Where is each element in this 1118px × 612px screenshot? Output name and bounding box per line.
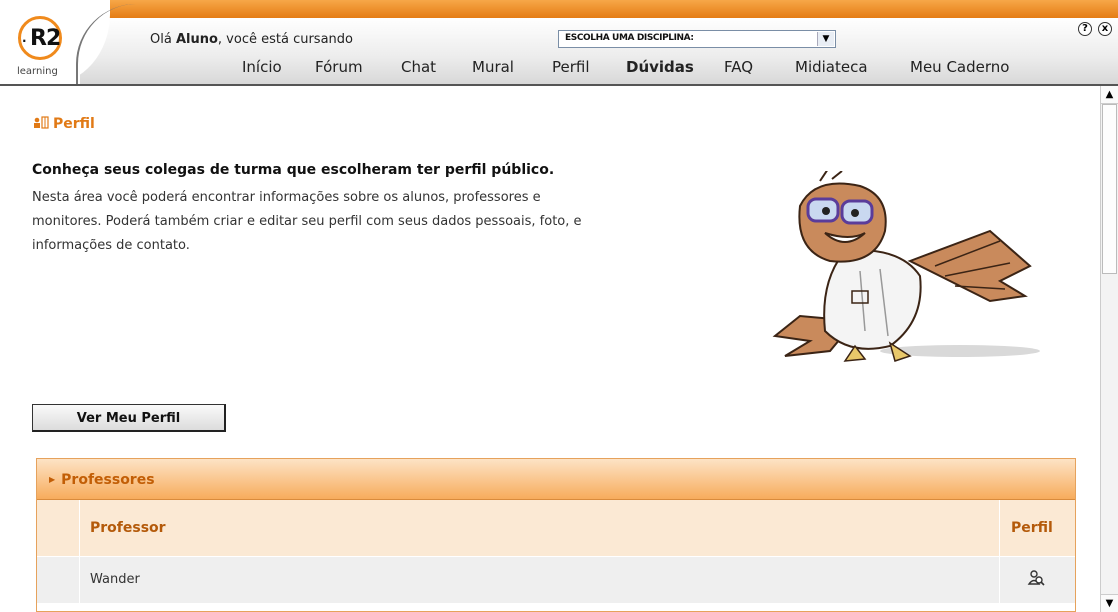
- logo-dot: ·: [22, 34, 27, 48]
- greeting: Olá Aluno, você está cursando: [150, 32, 353, 47]
- logo[interactable]: R2: [30, 26, 61, 51]
- perfil-icon: [34, 116, 49, 129]
- intro-line: informações de contato.: [32, 238, 190, 253]
- greeting-prefix: Olá: [150, 32, 176, 47]
- logo-subtitle: learning: [17, 66, 58, 77]
- discipline-select-value: ESCOLHA UMA DISCIPLINA:: [565, 33, 694, 43]
- app-header: · R2 learning Olá Aluno, você está cursa…: [0, 0, 1118, 86]
- nav-midiateca[interactable]: Midiateca: [795, 58, 868, 76]
- view-my-profile-button[interactable]: Ver Meu Perfil: [32, 404, 226, 432]
- page-title-text: Perfil: [53, 116, 95, 132]
- nav-perfil[interactable]: Perfil: [552, 58, 590, 76]
- owl-mascot-illustration: [772, 171, 1040, 362]
- close-icon[interactable]: x: [1098, 22, 1112, 36]
- nav-forum[interactable]: Fórum: [315, 58, 363, 76]
- chevron-down-icon[interactable]: ▼: [817, 32, 834, 46]
- scroll-up-icon[interactable]: ▲: [1101, 86, 1118, 104]
- table-row: Wander: [37, 556, 1075, 603]
- page-title: Perfil: [33, 116, 95, 132]
- column-header-professor: Professor: [90, 520, 166, 536]
- column-header-perfil: Perfil: [1011, 520, 1053, 536]
- nav-faq[interactable]: FAQ: [724, 58, 753, 76]
- professor-name: Wander: [90, 572, 140, 587]
- nav-chat[interactable]: Chat: [401, 58, 436, 76]
- main-content: Perfil Conheça seus colegas de turma que…: [0, 86, 1100, 612]
- intro-text: Nesta área você poderá encontrar informa…: [32, 186, 732, 258]
- column-divider: [999, 557, 1000, 603]
- table-header-spacer: [37, 500, 80, 556]
- panel-title-text: Professores: [61, 472, 155, 488]
- table-header: Professor Perfil: [37, 500, 1075, 556]
- table-row-spacer: [37, 557, 80, 603]
- help-icon[interactable]: ?: [1078, 22, 1092, 36]
- expand-triangle-icon: ▶: [49, 475, 56, 484]
- intro-line: monitores. Poderá também criar e editar …: [32, 214, 582, 229]
- column-divider: [999, 500, 1000, 556]
- header-orange-bar: [80, 0, 1118, 18]
- discipline-select[interactable]: ESCOLHA UMA DISCIPLINA: ▼: [558, 30, 836, 48]
- nav-duvidas[interactable]: Dúvidas: [626, 58, 694, 76]
- nav-inicio[interactable]: Início: [242, 58, 282, 76]
- vertical-scrollbar[interactable]: ▲ ▼: [1100, 86, 1118, 612]
- nav-meu-caderno[interactable]: Meu Caderno: [910, 58, 1009, 76]
- nav-mural[interactable]: Mural: [472, 58, 514, 76]
- professores-panel: ▶ Professores Professor Perfil Wander: [36, 458, 1076, 612]
- intro-line: Nesta área você poderá encontrar informa…: [32, 190, 541, 205]
- user-name: Aluno: [175, 32, 218, 47]
- profile-icon[interactable]: [1027, 569, 1045, 587]
- greeting-suffix: , você está cursando: [217, 32, 353, 47]
- scroll-down-icon[interactable]: ▼: [1101, 594, 1118, 612]
- intro-title: Conheça seus colegas de turma que escolh…: [32, 162, 555, 178]
- panel-title: ▶ Professores: [49, 472, 155, 488]
- scroll-thumb[interactable]: [1102, 104, 1117, 274]
- professores-panel-header[interactable]: ▶ Professores: [37, 459, 1075, 500]
